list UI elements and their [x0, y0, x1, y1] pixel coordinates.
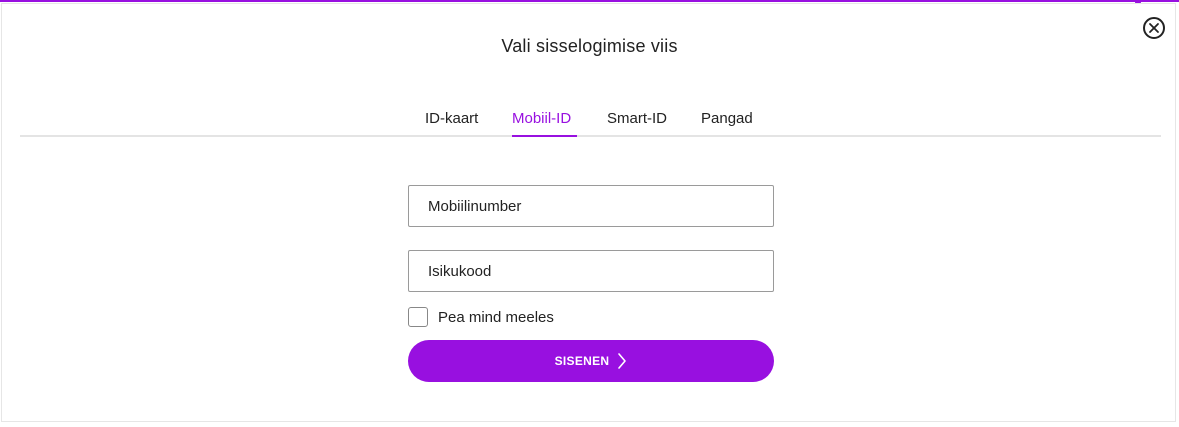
- tab-pangad[interactable]: Pangad: [701, 110, 753, 127]
- tab-smart-id[interactable]: Smart-ID: [607, 110, 667, 127]
- chevron-right-icon: [618, 353, 627, 369]
- submit-label: SISENEN: [554, 354, 610, 368]
- phone-number-field[interactable]: [408, 185, 774, 227]
- submit-button[interactable]: SISENEN: [408, 340, 774, 382]
- login-method-tabs: ID-kaart Mobiil-ID Smart-ID Pangad: [20, 100, 1161, 137]
- modal-title: Vali sisselogimise viis: [501, 36, 678, 56]
- id-code-field[interactable]: [408, 250, 774, 292]
- top-accent-bar: [0, 0, 1179, 2]
- tab-id-kaart[interactable]: ID-kaart: [425, 110, 478, 127]
- id-code-input[interactable]: [409, 251, 773, 291]
- tab-mobiil-id[interactable]: Mobiil-ID: [512, 110, 571, 127]
- remember-me-label: Pea mind meeles: [438, 309, 554, 326]
- active-tab-indicator: [512, 135, 577, 137]
- phone-number-input[interactable]: [409, 186, 773, 226]
- close-icon: [1149, 23, 1159, 33]
- remember-me-checkbox[interactable]: [408, 307, 428, 327]
